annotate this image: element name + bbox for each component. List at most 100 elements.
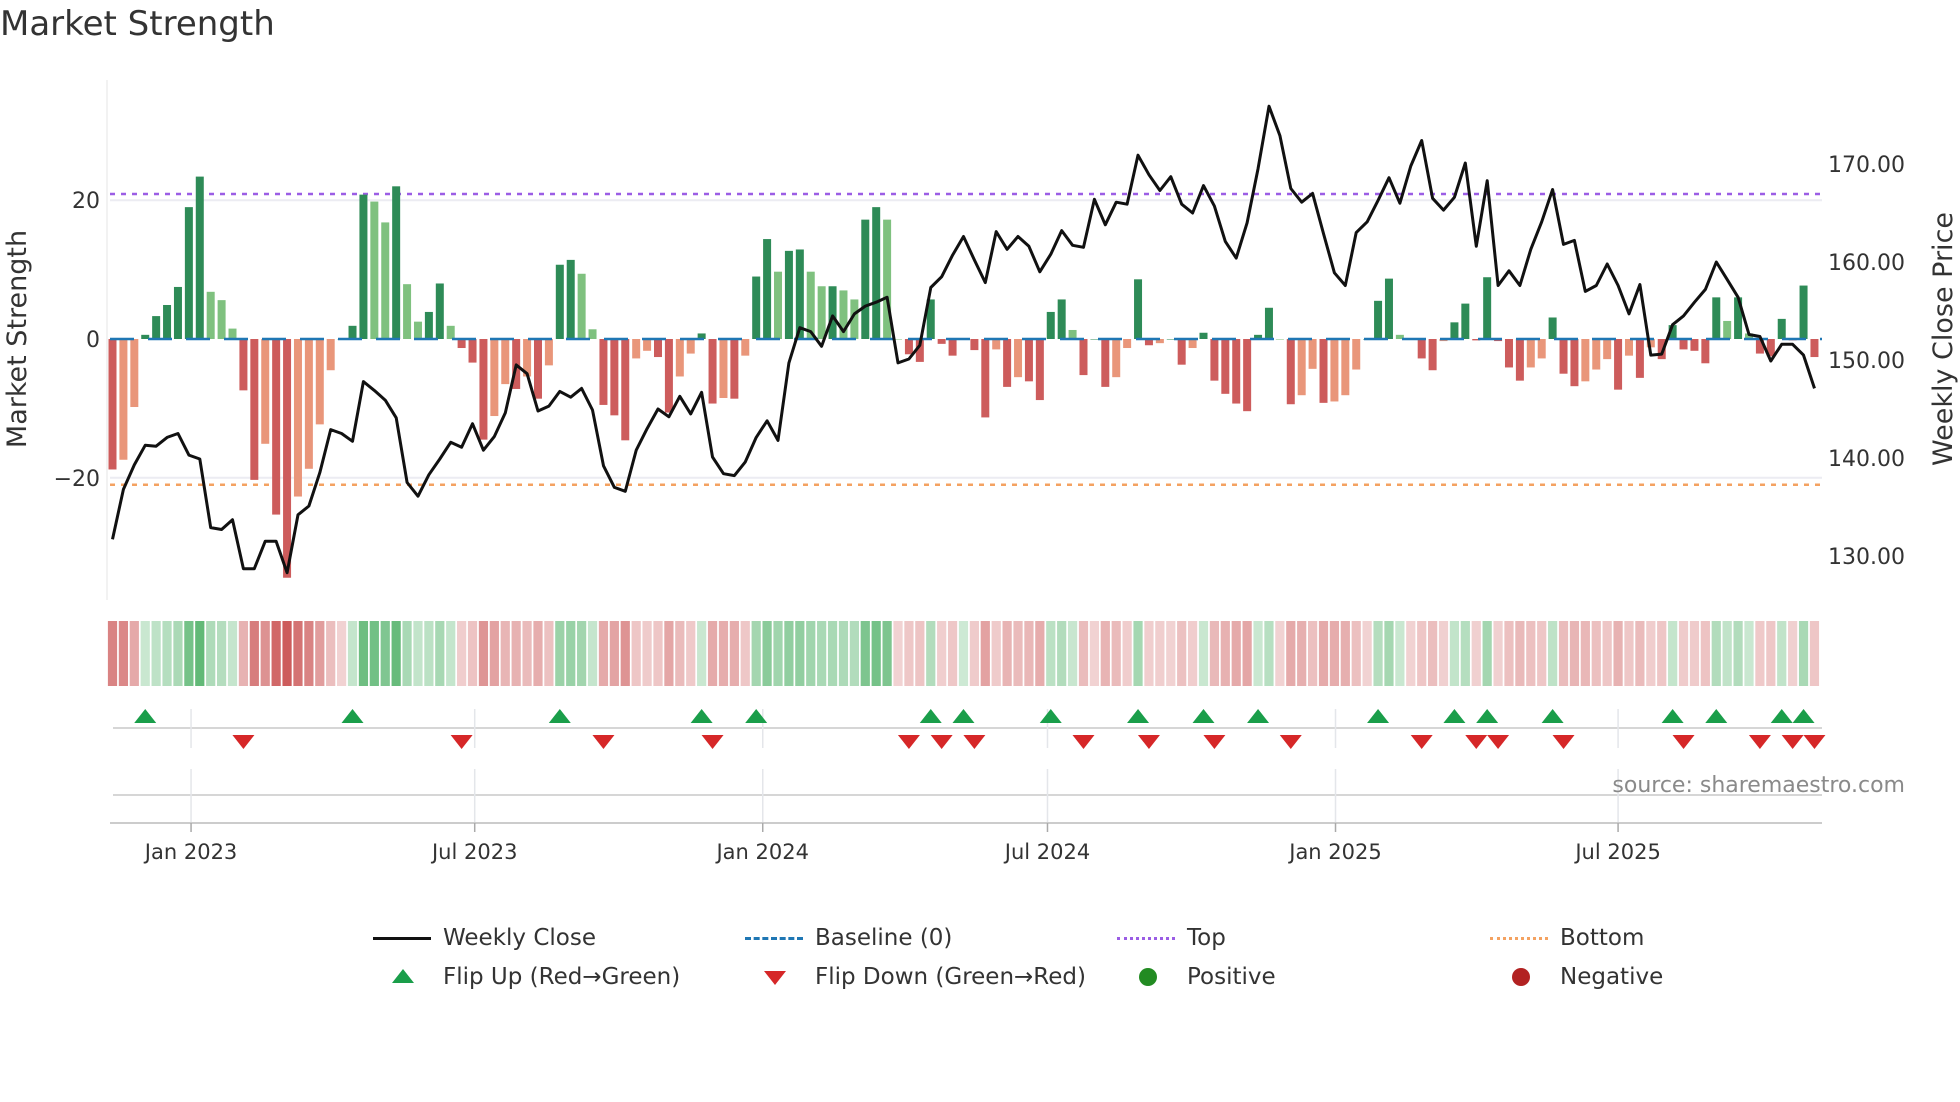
strip-cell [1220, 621, 1230, 686]
strip-cell [1078, 621, 1089, 686]
strip-cell [140, 621, 150, 686]
strength-bar [719, 339, 728, 398]
strip-cell [947, 621, 958, 686]
strength-bar [763, 239, 772, 339]
strip-cell [1100, 621, 1110, 686]
strip-cell [347, 621, 358, 686]
strip-cell [1286, 621, 1296, 686]
flip-up-marker [1541, 709, 1564, 723]
strip-cell [1253, 621, 1263, 686]
strip-cell [1198, 621, 1209, 686]
strip-cell [500, 621, 510, 686]
strip-cell [642, 621, 652, 686]
strip-cell [664, 621, 674, 686]
strength-bar [1614, 339, 1623, 390]
flip-down-marker [232, 735, 255, 749]
strength-bar [1701, 339, 1710, 364]
strength-bar [152, 316, 161, 339]
strength-bar [293, 339, 302, 497]
strip-cell [315, 621, 325, 686]
flip-down-marker [450, 735, 473, 749]
legend-label: Bottom [1560, 925, 1645, 951]
strip-cell [217, 621, 227, 686]
strip-cell [1635, 621, 1645, 686]
strength-bar [1723, 320, 1732, 339]
strip-cell [1548, 621, 1558, 686]
strip-cell [926, 621, 936, 686]
strip-cell [227, 621, 238, 686]
legend-flip-up: Flip Up (Red→Green) [373, 964, 680, 990]
strength-bar [774, 271, 783, 339]
strip-cell [609, 621, 619, 686]
legend-label: Weekly Close [443, 925, 596, 951]
strip-cell [1471, 621, 1481, 686]
strength-bar [730, 339, 739, 399]
strip-cell [1798, 621, 1809, 686]
strip-cell [1373, 621, 1383, 686]
strength-bar [1352, 339, 1361, 370]
strip-cell [249, 621, 259, 686]
flip-down-marker [1072, 735, 1095, 749]
strip-cell [1002, 621, 1012, 686]
legend-flip-down: Flip Down (Green→Red) [745, 964, 1086, 990]
strip-cell [969, 621, 979, 686]
flip-down-marker [963, 735, 986, 749]
strength-bar [1166, 339, 1175, 340]
strength-bar [1046, 311, 1055, 339]
strip-cell [1689, 621, 1700, 686]
strip-cell [1569, 621, 1580, 686]
strip-cell [817, 621, 827, 686]
strip-cell [1275, 621, 1285, 686]
flip-down-marker [930, 735, 953, 749]
strip-cell [1035, 621, 1045, 686]
strip-cell [162, 621, 172, 686]
strip-cell [980, 621, 990, 686]
flip-up-marker [1476, 709, 1499, 723]
strength-bar [621, 339, 630, 441]
flip-down-marker [1137, 735, 1160, 749]
strip-cell [1591, 621, 1601, 686]
legend-label: Baseline (0) [815, 925, 953, 951]
strength-bar [872, 207, 881, 339]
strip-cell [1144, 621, 1154, 686]
source-label: source: sharemaestro.com [1612, 773, 1905, 798]
strip-cell [729, 621, 739, 686]
strength-bar [1635, 339, 1644, 378]
strip-cell [555, 621, 565, 686]
strip-cell [795, 621, 805, 686]
strength-bar [981, 339, 990, 418]
strip-cell [467, 621, 478, 686]
strength-bar [1330, 339, 1339, 402]
legend-negative: Negative [1490, 964, 1663, 990]
legend-label: Negative [1560, 964, 1664, 990]
strength-bar [184, 207, 193, 339]
strip-cell [937, 621, 947, 686]
right-axis: 170.00 160.00 150.00 140.00 130.00 [1828, 153, 1905, 570]
strip-cell [1777, 621, 1787, 686]
strip-cell [653, 621, 663, 686]
flip-markers [113, 709, 1826, 823]
strip-cell [1340, 621, 1350, 686]
strip-cell [173, 621, 183, 686]
strip-cell [1057, 621, 1067, 686]
strip-cell [620, 621, 630, 686]
y2-tick-label: 130.00 [1828, 545, 1905, 570]
x-axis: Jan 2023 Jul 2023 Jan 2024 Jul 2024 Jan 2025… [110, 822, 1822, 864]
strength-bar [326, 339, 335, 371]
strength-bar [1123, 339, 1132, 349]
strip-cell [631, 621, 641, 686]
flip-up-marker [1039, 709, 1062, 723]
strength-bar [1679, 339, 1688, 350]
strength-bar [1461, 303, 1470, 339]
strip-cell [1449, 621, 1460, 686]
line-icon [373, 928, 433, 948]
strip-cell [904, 621, 914, 686]
strength-bar [1341, 339, 1350, 396]
strip-cell [1417, 621, 1427, 686]
strength-bar [501, 339, 510, 385]
strip-cell [915, 621, 925, 686]
strength-bar [1221, 339, 1230, 394]
triangle-up-icon [373, 967, 433, 987]
strip-cell [587, 621, 598, 686]
strip-cell [1668, 621, 1678, 686]
